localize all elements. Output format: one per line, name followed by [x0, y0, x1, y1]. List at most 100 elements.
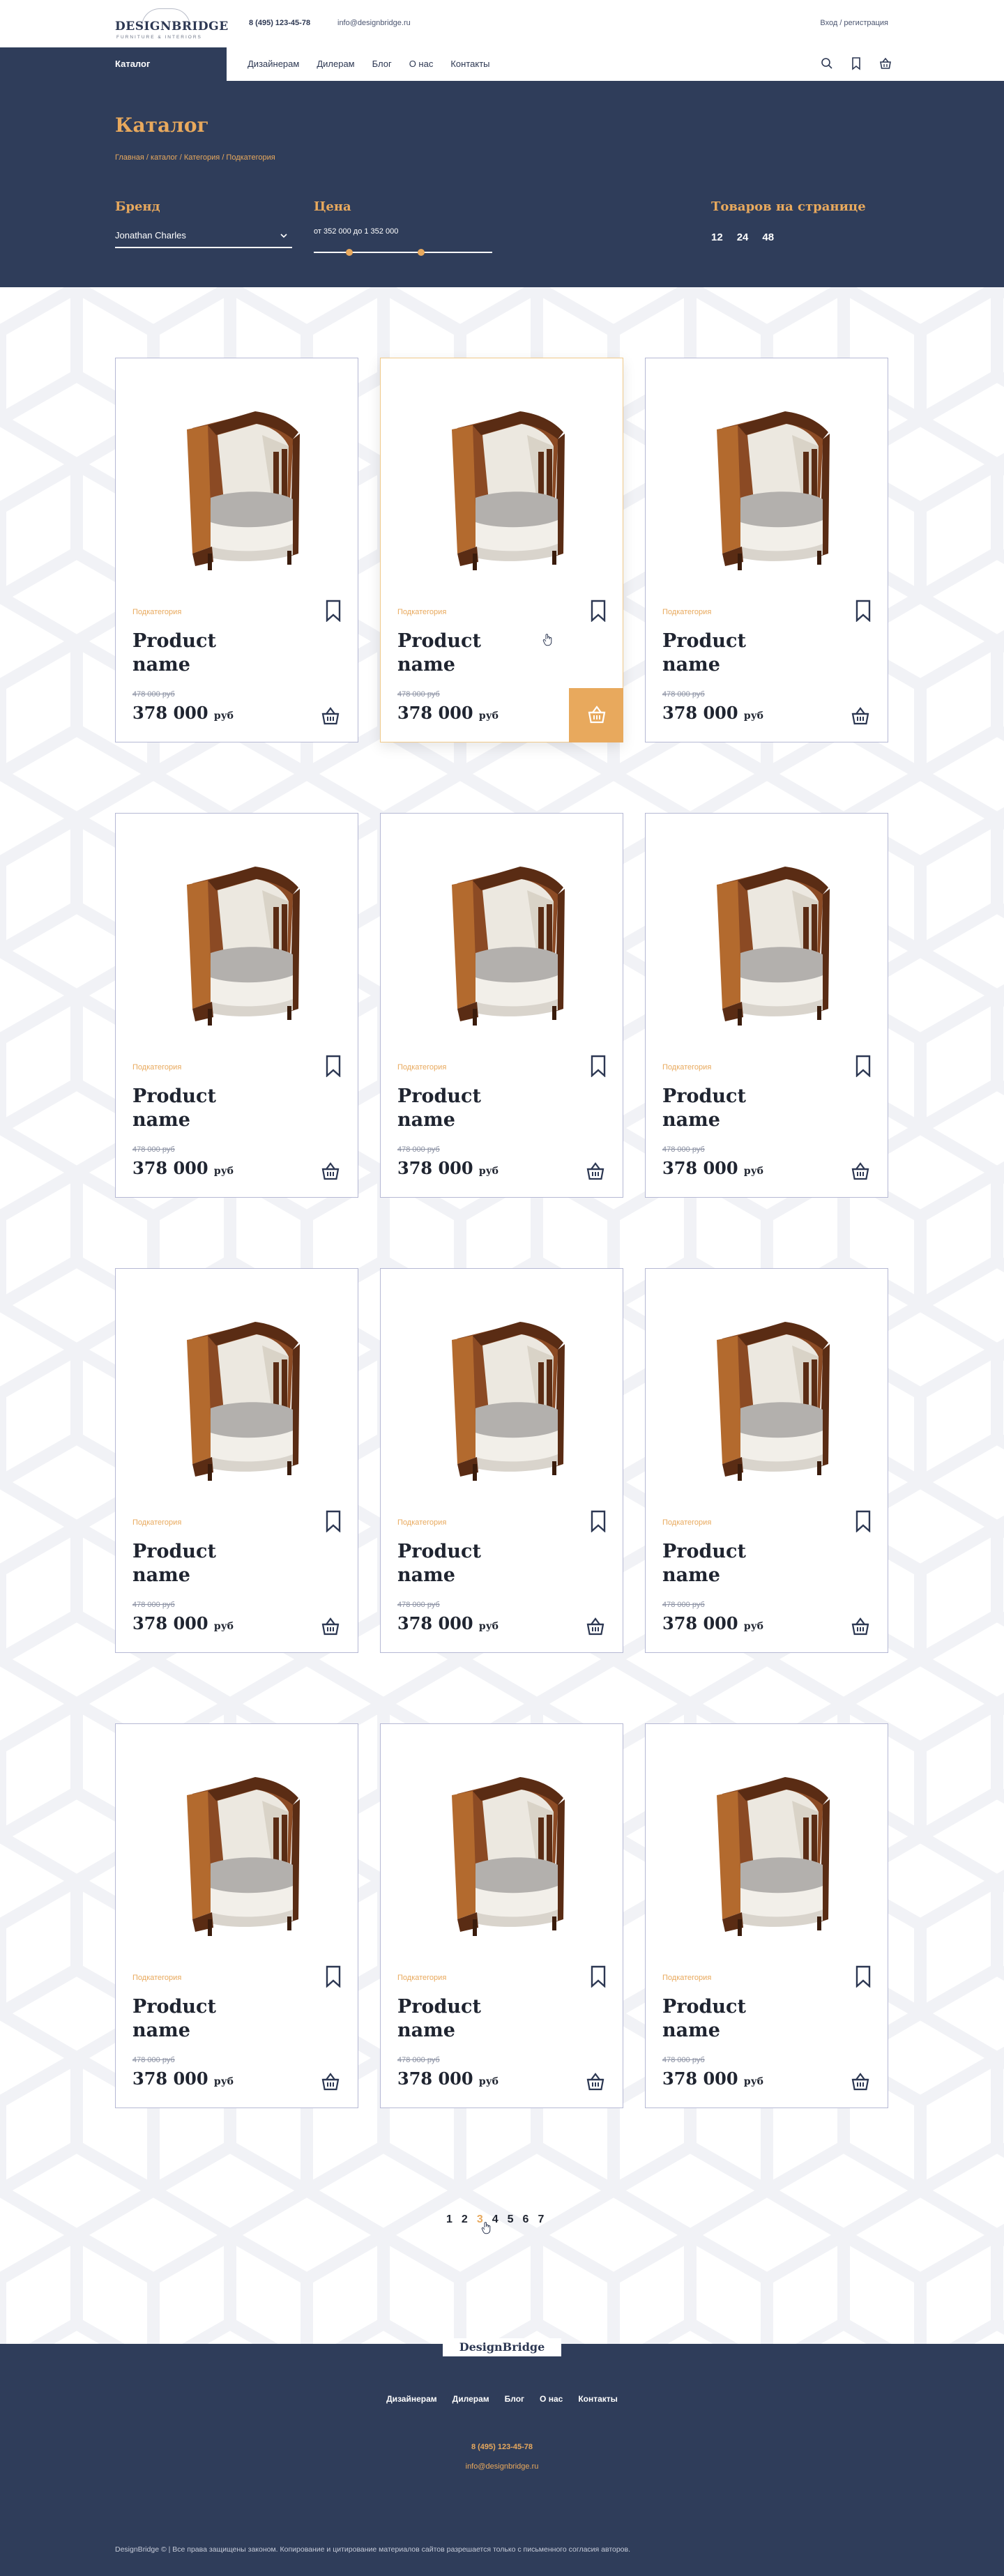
bookmark-icon[interactable]	[855, 600, 871, 622]
product-name[interactable]: Product name	[662, 1085, 802, 1132]
basket-icon[interactable]	[850, 2071, 871, 2092]
product-photo[interactable]	[144, 834, 330, 1044]
footer-link-blog[interactable]: Блог	[505, 2394, 524, 2404]
product-price: 378 000 руб	[132, 1613, 234, 1633]
product-price-value: 378 000	[132, 1158, 208, 1178]
bookmark-icon[interactable]	[591, 600, 606, 622]
armchair-image	[717, 1322, 830, 1481]
bookmark-icon[interactable]	[326, 1965, 341, 1988]
bookmark-icon[interactable]	[855, 1510, 871, 1532]
basket-icon[interactable]	[585, 1161, 606, 1182]
product-subcategory[interactable]: Подкатегория	[132, 1063, 181, 1072]
product-name[interactable]: Product name	[397, 1995, 537, 2043]
product-photo[interactable]	[409, 1290, 595, 1499]
product-price-value: 378 000	[132, 703, 208, 723]
product-card[interactable]: Подкатегория Product name 478 000 руб 37…	[115, 1268, 358, 1653]
basket-icon[interactable]	[850, 706, 871, 726]
footer-phone[interactable]: 8 (495) 123-45-78	[0, 2443, 1004, 2451]
hand-cursor-icon	[481, 2222, 491, 2234]
bookmark-icon[interactable]	[591, 1510, 606, 1532]
product-name[interactable]: Product name	[397, 630, 537, 677]
page-7[interactable]: 7	[538, 2213, 544, 2226]
page-4[interactable]: 4	[492, 2213, 499, 2226]
product-card[interactable]: Подкатегория Product name 478 000 руб 37…	[380, 1268, 623, 1653]
product-price-currency: руб	[743, 1166, 764, 1177]
basket-icon[interactable]	[585, 2071, 606, 2092]
product-name-line2: name	[662, 654, 720, 676]
basket-icon[interactable]	[320, 2071, 341, 2092]
product-name[interactable]: Product name	[397, 1540, 537, 1587]
product-subcategory[interactable]: Подкатегория	[397, 608, 446, 616]
product-subcategory[interactable]: Подкатегория	[662, 1518, 711, 1527]
bookmark-icon[interactable]	[591, 1965, 606, 1988]
product-name[interactable]: Product name	[132, 1085, 272, 1132]
product-subcategory[interactable]: Подкатегория	[132, 1974, 181, 1982]
basket-icon[interactable]	[850, 1616, 871, 1637]
product-photo[interactable]	[674, 379, 860, 588]
footer-email[interactable]: info@designbridge.ru	[0, 2462, 1004, 2471]
product-card[interactable]: Подкатегория Product name 478 000 руб 37…	[645, 813, 888, 1198]
product-name[interactable]: Product name	[662, 1540, 802, 1587]
footer-link-dealers[interactable]: Дилерам	[452, 2394, 489, 2404]
product-card[interactable]: Подкатегория Product name 478 000 руб 37…	[380, 1723, 623, 2108]
product-photo[interactable]	[409, 1745, 595, 1954]
page-6[interactable]: 6	[523, 2213, 529, 2226]
product-subcategory[interactable]: Подкатегория	[397, 1974, 446, 1982]
product-photo[interactable]	[409, 834, 595, 1044]
bookmark-icon[interactable]	[591, 1055, 606, 1077]
product-photo[interactable]	[674, 1290, 860, 1499]
product-card[interactable]: Подкатегория Product name 478 000 руб 37…	[115, 358, 358, 742]
basket-icon[interactable]	[320, 1161, 341, 1182]
basket-icon[interactable]	[320, 1616, 341, 1637]
page-1[interactable]: 1	[446, 2213, 452, 2226]
product-subcategory[interactable]: Подкатегория	[397, 1518, 446, 1527]
footer-link-about[interactable]: О нас	[540, 2394, 563, 2404]
bookmark-icon[interactable]	[855, 1055, 871, 1077]
product-photo[interactable]	[144, 1290, 330, 1499]
product-card[interactable]: Подкатегория Product name 478 000 руб 37…	[115, 1723, 358, 2108]
armchair-image	[452, 1777, 565, 1936]
product-name[interactable]: Product name	[132, 630, 272, 677]
product-photo[interactable]	[144, 1745, 330, 1954]
product-subcategory[interactable]: Подкатегория	[397, 1063, 446, 1072]
product-name[interactable]: Product name	[132, 1540, 272, 1587]
product-photo[interactable]	[144, 379, 330, 588]
basket-icon[interactable]	[850, 1161, 871, 1182]
product-name[interactable]: Product name	[397, 1085, 537, 1132]
product-photo[interactable]	[409, 379, 595, 588]
product-card[interactable]: Подкатегория Product name 478 000 руб 37…	[645, 358, 888, 742]
product-card[interactable]: Подкатегория Product name 478 000 руб 37…	[645, 1268, 888, 1653]
product-photo[interactable]	[674, 834, 860, 1044]
basket-icon[interactable]	[320, 706, 341, 726]
bookmark-icon[interactable]	[326, 1510, 341, 1532]
bookmark-icon[interactable]	[855, 1965, 871, 1988]
page-5[interactable]: 5	[508, 2213, 514, 2226]
product-name[interactable]: Product name	[662, 630, 802, 677]
bookmark-icon[interactable]	[326, 1055, 341, 1077]
product-subcategory[interactable]: Подкатегория	[662, 608, 711, 616]
product-card[interactable]: Подкатегория Product name 478 000 руб 37…	[380, 358, 623, 742]
footer-link-designers[interactable]: Дизайнерам	[386, 2394, 437, 2404]
product-name[interactable]: Product name	[662, 1995, 802, 2043]
footer-link-contacts[interactable]: Контакты	[578, 2394, 618, 2404]
product-price: 378 000 руб	[397, 1613, 499, 1633]
product-subcategory[interactable]: Подкатегория	[132, 1518, 181, 1527]
page-2[interactable]: 2	[462, 2213, 468, 2226]
basket-icon[interactable]	[586, 704, 607, 725]
product-card[interactable]: Подкатегория Product name 478 000 руб 37…	[645, 1723, 888, 2108]
armchair-image	[452, 411, 565, 570]
product-photo[interactable]	[674, 1745, 860, 1954]
basket-icon[interactable]	[585, 1616, 606, 1637]
bookmark-icon[interactable]	[326, 600, 341, 622]
footer-logo[interactable]: DesignBridge	[443, 2338, 561, 2356]
product-price-currency: руб	[213, 2076, 234, 2087]
product-subcategory[interactable]: Подкатегория	[662, 1974, 711, 1982]
product-card[interactable]: Подкатегория Product name 478 000 руб 37…	[115, 813, 358, 1198]
product-card[interactable]: Подкатегория Product name 478 000 руб 37…	[380, 813, 623, 1198]
product-subcategory[interactable]: Подкатегория	[662, 1063, 711, 1072]
product-price: 378 000 руб	[662, 703, 763, 723]
product-subcategory[interactable]: Подкатегория	[132, 608, 181, 616]
product-old-price: 478 000 руб	[397, 2056, 440, 2064]
product-name[interactable]: Product name	[132, 1995, 272, 2043]
product-price: 378 000 руб	[397, 2068, 499, 2089]
